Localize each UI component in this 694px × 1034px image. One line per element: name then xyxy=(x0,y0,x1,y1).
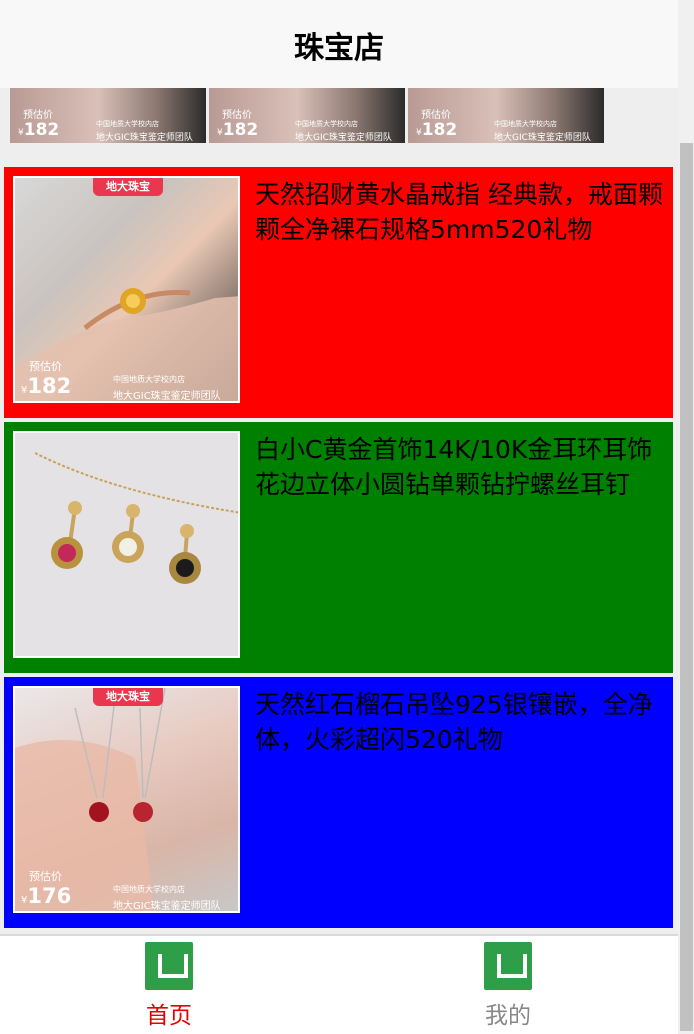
store-text: 中国地质大学校内店 xyxy=(494,120,557,128)
banner-item[interactable]: 预估价 ¥182 中国地质大学校内店 地大GIC珠宝鉴定师团队 xyxy=(10,88,206,143)
brand-tag: 地大珠宝 xyxy=(93,178,163,196)
product-image[interactable]: 地大珠宝 预估价 ¥182 中国地质大学校内店 地大GIC珠宝鉴定师团队 xyxy=(13,176,240,403)
price-value: ¥182 xyxy=(18,120,60,140)
price-label: 预估价 xyxy=(222,110,252,121)
price-value: ¥182 xyxy=(217,120,259,140)
product-image[interactable] xyxy=(13,431,240,658)
price-label: 预估价 xyxy=(421,110,451,121)
team-text: 地大GIC珠宝鉴定师团队 xyxy=(494,133,591,143)
page-title: 珠宝店 xyxy=(294,31,384,66)
store-text: 中国地质大学校内店 xyxy=(96,120,159,128)
scrollbar-thumb[interactable] xyxy=(680,143,693,1031)
home-icon xyxy=(145,942,193,990)
earrings-illustration xyxy=(34,452,238,584)
team-text: 地大GIC珠宝鉴定师团队 xyxy=(295,133,392,143)
product-name[interactable]: 天然红石榴石吊坠925银镶嵌，全净体，火彩超闪520礼物 xyxy=(255,687,665,757)
product-image[interactable]: 地大珠宝 预估价 ¥176 中国地质大学校内店 地大GIC珠宝鉴定师团队 xyxy=(13,686,240,913)
banner-item[interactable]: 预估价 ¥182 中国地质大学校内店 地大GIC珠宝鉴定师团队 xyxy=(408,88,604,143)
price-value: ¥182 xyxy=(21,374,72,398)
price-label: 预估价 xyxy=(23,110,53,121)
product-name[interactable]: 天然招财黄水晶戒指 经典款，戒面颗颗全净裸石规格5mm520礼物 xyxy=(255,177,665,247)
store-text: 中国地质大学校内店 xyxy=(113,375,185,384)
product-name[interactable]: 白小C黄金首饰14K/10K金耳环耳饰花边立体小圆钻单颗钻拧螺丝耳钉 xyxy=(255,432,665,502)
team-text: 地大GIC珠宝鉴定师团队 xyxy=(113,901,221,912)
banner-item[interactable]: 预估价 ¥182 中国地质大学校内店 地大GIC珠宝鉴定师团队 xyxy=(209,88,405,143)
price-value: ¥182 xyxy=(416,120,458,140)
product-card[interactable]: 地大珠宝 预估价 ¥176 中国地质大学校内店 地大GIC珠宝鉴定师团队 天然红… xyxy=(4,677,673,928)
app-header: 珠宝店 xyxy=(0,0,678,88)
tab-home-label: 首页 xyxy=(146,1003,192,1029)
brand-tag: 地大珠宝 xyxy=(93,688,163,706)
price-label: 预估价 xyxy=(29,360,62,373)
product-card[interactable]: 地大珠宝 预估价 ¥182 中国地质大学校内店 地大GIC珠宝鉴定师团队 天然招… xyxy=(4,167,673,418)
tab-home[interactable]: 首页 xyxy=(119,942,219,1032)
store-text: 中国地质大学校内店 xyxy=(295,120,358,128)
tab-profile[interactable]: 我的 xyxy=(458,942,558,1032)
tab-profile-label: 我的 xyxy=(485,1003,531,1029)
profile-icon xyxy=(484,942,532,990)
team-text: 地大GIC珠宝鉴定师团队 xyxy=(113,391,221,402)
banner-carousel[interactable]: 预估价 ¥182 中国地质大学校内店 地大GIC珠宝鉴定师团队 预估价 ¥182… xyxy=(0,88,678,144)
bottom-tab-bar: 首页 我的 xyxy=(0,934,678,1034)
team-text: 地大GIC珠宝鉴定师团队 xyxy=(96,133,193,143)
price-label: 预估价 xyxy=(29,870,62,883)
store-text: 中国地质大学校内店 xyxy=(113,885,185,894)
product-card[interactable]: 白小C黄金首饰14K/10K金耳环耳饰花边立体小圆钻单颗钻拧螺丝耳钉 xyxy=(4,422,673,673)
price-value: ¥176 xyxy=(21,884,72,908)
